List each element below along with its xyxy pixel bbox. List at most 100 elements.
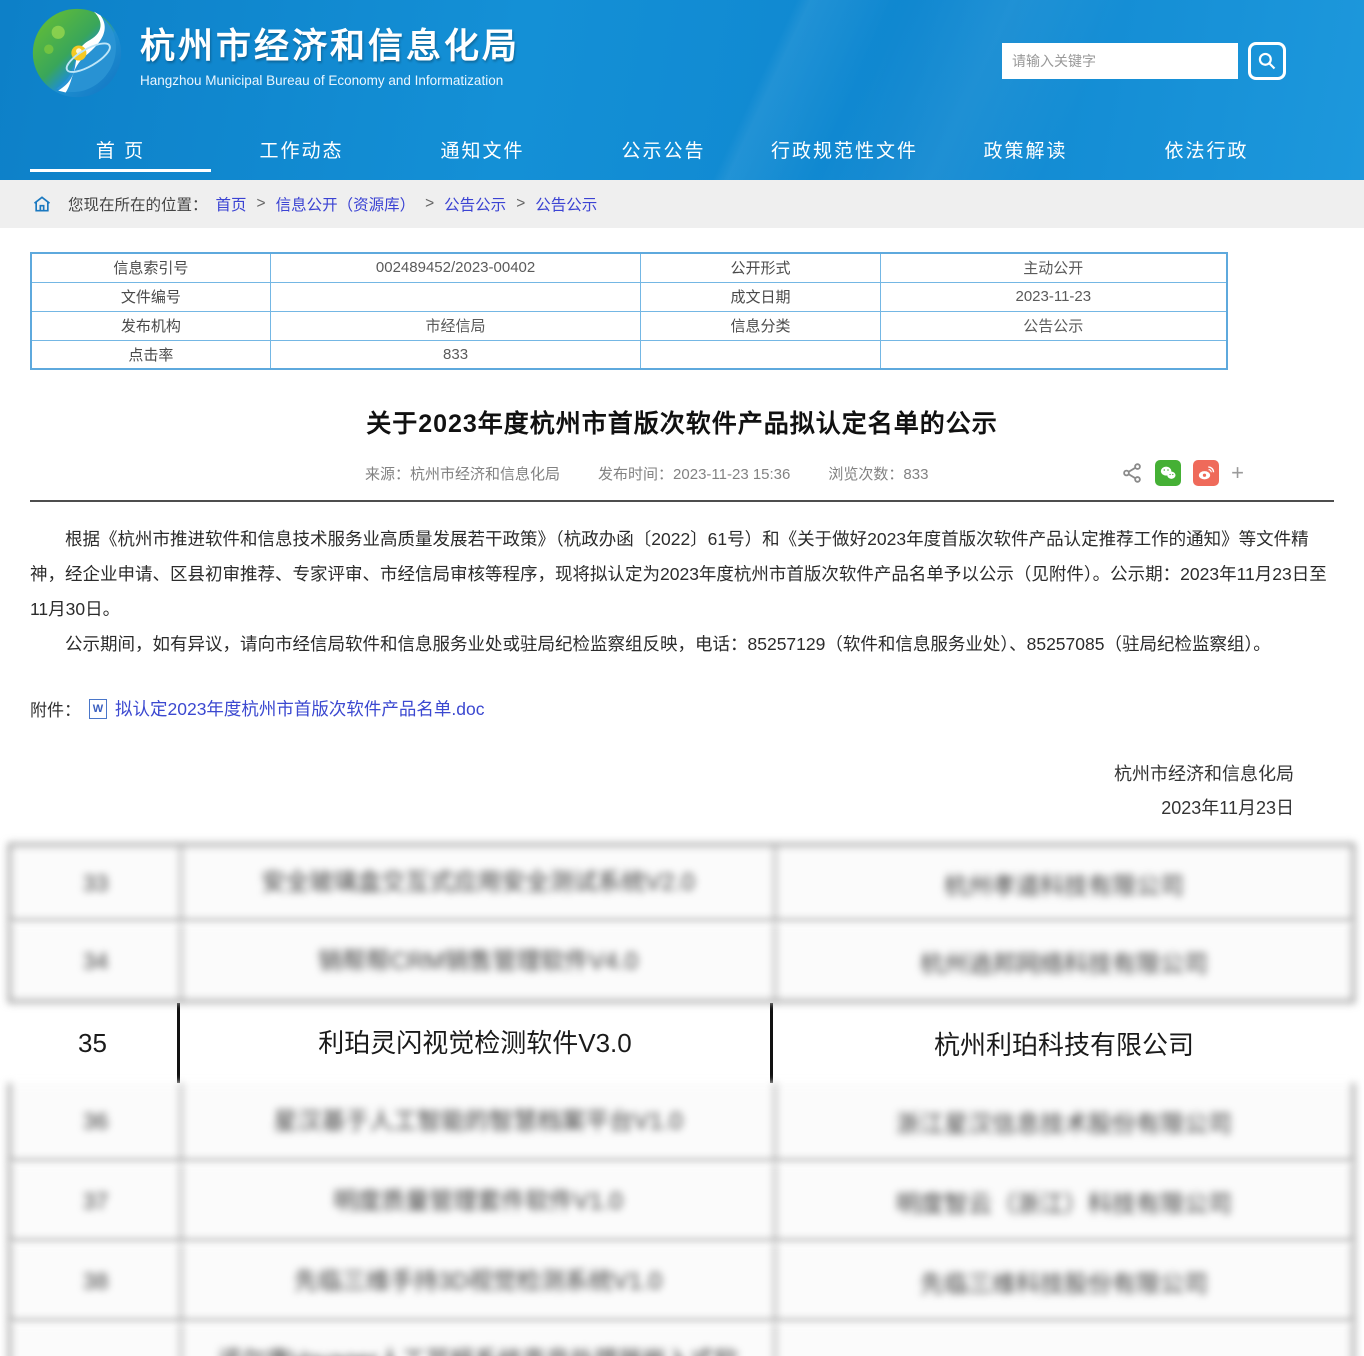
info-value: 主动公开 <box>880 253 1227 282</box>
product-name: 明度质量管理套件软件V1.0 <box>180 1163 776 1240</box>
nav-item-work-news[interactable]: 工作动态 <box>211 118 392 180</box>
breadcrumb-link-info-disclosure[interactable]: 信息公开（资源库） <box>276 193 416 215</box>
site-search <box>1002 42 1286 80</box>
product-name: 诺尔康Voyager人工耳蜗系统声音处理器嵌入式软件V1.0 <box>180 1323 776 1356</box>
article-publish-time: 发布时间：2023-11-23 15:36 <box>598 463 790 484</box>
main-content: 信息索引号 002489452/2023-00402 公开形式 主动公开 文件编… <box>0 228 1364 825</box>
info-value: 2023-11-23 <box>880 282 1227 311</box>
row-number: 39 <box>11 1323 180 1356</box>
table-row: 38 先临三维手持3D视觉检测系统V1.0 先临三维科技股份有限公司 <box>8 1243 1355 1323</box>
info-label: 点击率 <box>31 340 270 369</box>
document-info-table: 信息索引号 002489452/2023-00402 公开形式 主动公开 文件编… <box>30 252 1228 370</box>
breadcrumb-separator: > <box>257 195 266 213</box>
breadcrumb: 您现在所在的位置： 首页 > 信息公开（资源库） > 公告公示 > 公告公示 <box>0 180 1364 228</box>
table-row-highlighted: 35 利珀灵闪视觉检测软件V3.0 杭州利珀科技有限公司 <box>8 1003 1355 1083</box>
table-row: 点击率 833 <box>31 340 1227 369</box>
info-value: 002489452/2023-00402 <box>270 253 641 282</box>
info-label: 信息索引号 <box>31 253 270 282</box>
main-nav: 首 页 工作动态 通知文件 公示公告 行政规范性文件 政策解读 依法行政 <box>30 118 1364 180</box>
table-row: 34 销帮帮CRM销售管理软件V4.0 杭州逍邦网络科技有限公司 <box>8 923 1355 1003</box>
attachment-label: 附件： <box>30 696 81 721</box>
table-row: 39 诺尔康Voyager人工耳蜗系统声音处理器嵌入式软件V1.0 浙江诺尔康神… <box>8 1323 1355 1356</box>
row-number: 35 <box>8 1003 177 1083</box>
product-name: 先临三维手持3D视觉检测系统V1.0 <box>180 1243 776 1320</box>
search-input[interactable] <box>1002 43 1238 79</box>
breadcrumb-prefix: 您现在所在的位置： <box>68 193 208 215</box>
product-name: 星汉基于人工智能的智慧档案平台V1.0 <box>180 1083 776 1160</box>
search-icon <box>1257 51 1277 71</box>
article-body: 根据《杭州市推进软件和信息技术服务业高质量发展若干政策》（杭政办函〔2022〕6… <box>30 522 1330 662</box>
company-name: 杭州孝道科技有限公司 <box>776 846 1352 920</box>
article-signature: 杭州市经济和信息化局 2023年11月23日 <box>30 757 1294 825</box>
company-name: 先临三维科技股份有限公司 <box>776 1243 1352 1320</box>
share-bar: + <box>1121 460 1244 486</box>
word-doc-icon: W <box>89 699 107 719</box>
signature-date: 2023年11月23日 <box>30 791 1294 825</box>
breadcrumb-link-announcements[interactable]: 公告公示 <box>444 193 506 215</box>
attachment-link[interactable]: 拟认定2023年度杭州市首版次软件产品名单.doc <box>115 696 485 721</box>
company-name: 杭州利珀科技有限公司 <box>773 1003 1355 1083</box>
table-row: 37 明度质量管理套件软件V1.0 明度智云（浙江）科技有限公司 <box>8 1163 1355 1243</box>
company-name: 浙江诺尔康神经电子科技股份有限公司 <box>776 1323 1352 1356</box>
site-title: 杭州市经济和信息化局 <box>140 18 520 69</box>
weibo-share-icon[interactable] <box>1193 460 1219 486</box>
breadcrumb-link-home[interactable]: 首页 <box>216 193 247 215</box>
breadcrumb-separator: > <box>516 195 525 213</box>
info-label: 成文日期 <box>641 282 880 311</box>
product-name: 利珀灵闪视觉检测软件V3.0 <box>177 1003 773 1083</box>
info-value: 市经信局 <box>270 311 641 340</box>
article-view-count: 浏览次数：833 <box>828 463 928 484</box>
wechat-share-icon[interactable] <box>1155 460 1181 486</box>
nav-item-announcements[interactable]: 公示公告 <box>573 118 754 180</box>
breadcrumb-separator: > <box>425 195 434 213</box>
page-title: 关于2023年度杭州市首版次软件产品拟认定名单的公示 <box>30 404 1334 440</box>
company-name: 明度智云（浙江）科技有限公司 <box>776 1163 1352 1240</box>
info-value: 公告公示 <box>880 311 1227 340</box>
site-subtitle: Hangzhou Municipal Bureau of Economy and… <box>140 73 520 88</box>
nav-item-regulatory-docs[interactable]: 行政规范性文件 <box>754 118 935 180</box>
info-value <box>270 282 641 311</box>
company-name: 浙江星汉信息技术股份有限公司 <box>776 1083 1352 1160</box>
paragraph: 公示期间，如有异议，请向市经信局软件和信息服务业处或驻局纪检监察组反映，电话：8… <box>30 627 1330 662</box>
more-share-button[interactable]: + <box>1231 462 1244 484</box>
nav-item-notices[interactable]: 通知文件 <box>392 118 573 180</box>
nav-item-law-based-admin[interactable]: 依法行政 <box>1116 118 1297 180</box>
row-number: 36 <box>11 1083 180 1160</box>
row-number: 38 <box>11 1243 180 1320</box>
site-brand: 杭州市经济和信息化局 Hangzhou Municipal Bureau of … <box>30 6 520 100</box>
info-value <box>880 340 1227 369</box>
row-number: 34 <box>11 923 180 1000</box>
table-row: 33 安全玻璃盒交互式应用安全测试系统V2.0 杭州孝道科技有限公司 <box>8 843 1355 923</box>
paragraph: 根据《杭州市推进软件和信息技术服务业高质量发展若干政策》（杭政办函〔2022〕6… <box>30 522 1330 627</box>
table-row: 发布机构 市经信局 信息分类 公告公示 <box>31 311 1227 340</box>
product-name: 销帮帮CRM销售管理软件V4.0 <box>180 923 776 1000</box>
info-label: 发布机构 <box>31 311 270 340</box>
table-row: 文件编号 成文日期 2023-11-23 <box>31 282 1227 311</box>
info-label: 信息分类 <box>641 311 880 340</box>
site-header: 杭州市经济和信息化局 Hangzhou Municipal Bureau of … <box>0 0 1364 180</box>
search-button[interactable] <box>1248 42 1286 80</box>
table-row: 信息索引号 002489452/2023-00402 公开形式 主动公开 <box>31 253 1227 282</box>
info-value: 833 <box>270 340 641 369</box>
company-name: 杭州逍邦网络科技有限公司 <box>776 923 1352 1000</box>
row-number: 33 <box>11 846 180 920</box>
signature-org: 杭州市经济和信息化局 <box>30 757 1294 791</box>
row-number: 37 <box>11 1163 180 1240</box>
article-meta: 来源：杭州市经济和信息化局 发布时间：2023-11-23 15:36 浏览次数… <box>30 460 1334 486</box>
nav-item-home[interactable]: 首 页 <box>30 118 211 180</box>
attachment-preview-table: 33 安全玻璃盒交互式应用安全测试系统V2.0 杭州孝道科技有限公司 34 销帮… <box>8 843 1355 1356</box>
divider <box>30 500 1334 502</box>
home-icon <box>32 194 52 214</box>
share-icon[interactable] <box>1121 462 1143 484</box>
info-label <box>641 340 880 369</box>
site-titles: 杭州市经济和信息化局 Hangzhou Municipal Bureau of … <box>140 18 520 88</box>
breadcrumb-link-current[interactable]: 公告公示 <box>535 193 597 215</box>
info-label: 文件编号 <box>31 282 270 311</box>
nav-item-policy-interpretation[interactable]: 政策解读 <box>935 118 1116 180</box>
info-label: 公开形式 <box>641 253 880 282</box>
article-source: 来源：杭州市经济和信息化局 <box>365 463 560 484</box>
attachment-row: 附件： W 拟认定2023年度杭州市首版次软件产品名单.doc <box>30 696 1334 721</box>
table-row: 36 星汉基于人工智能的智慧档案平台V1.0 浙江星汉信息技术股份有限公司 <box>8 1083 1355 1163</box>
site-logo-icon <box>30 6 124 100</box>
product-name: 安全玻璃盒交互式应用安全测试系统V2.0 <box>180 846 776 920</box>
